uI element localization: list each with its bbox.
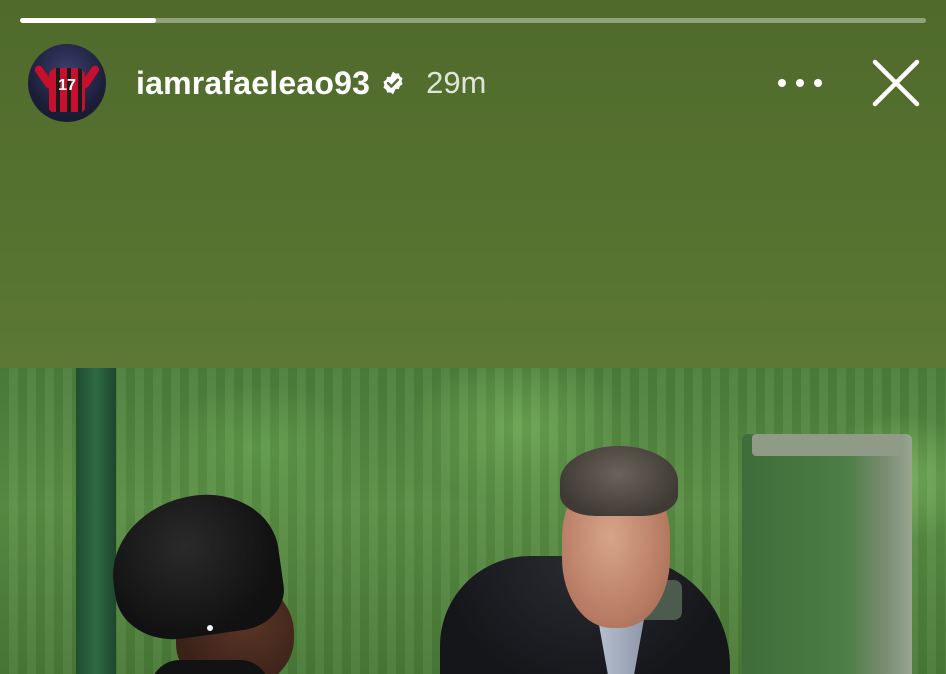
verified-badge-icon	[383, 71, 403, 95]
story-header: 17 iamrafaeleao93 29m	[28, 44, 926, 122]
story-progress-bar	[20, 18, 926, 23]
close-icon[interactable]	[870, 57, 922, 109]
utility-box-top	[752, 434, 902, 456]
story-viewer[interactable]: 17 iamrafaeleao93 29m	[0, 0, 946, 674]
story-photo	[0, 368, 946, 674]
person-right-hair	[560, 446, 678, 516]
utility-box	[742, 434, 912, 674]
green-pole	[76, 368, 116, 674]
dot	[796, 79, 804, 87]
person-left-shoulder	[150, 660, 270, 674]
dot	[814, 79, 822, 87]
story-progress-fill	[20, 18, 156, 23]
avatar-jersey-number: 17	[58, 77, 76, 94]
author-username[interactable]: iamrafaeleao93	[136, 65, 370, 102]
post-time: 29m	[426, 65, 487, 100]
dot	[778, 79, 786, 87]
more-options-icon[interactable]	[778, 63, 822, 103]
person-left-earring	[207, 625, 213, 631]
avatar[interactable]: 17	[28, 44, 106, 122]
